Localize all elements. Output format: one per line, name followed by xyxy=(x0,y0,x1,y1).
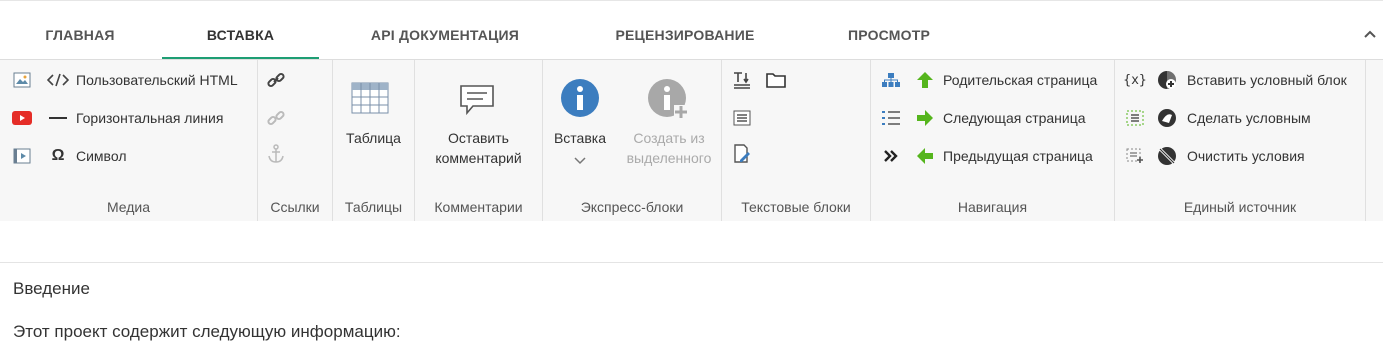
text-block-icon[interactable] xyxy=(732,108,752,128)
video-icon[interactable] xyxy=(12,108,32,128)
condition-add-icon[interactable] xyxy=(1157,70,1177,90)
nav-row-prev: Предыдущая страница xyxy=(881,146,1093,166)
ribbon-tabs: ГЛАВНАЯ ВСТАВКА API ДОКУМЕНТАЦИЯ РЕЦЕНЗИ… xyxy=(0,15,1383,60)
insert-conditional-block-button[interactable]: Вставить условный блок xyxy=(1187,72,1347,88)
group-tables: Таблица Таблицы xyxy=(333,60,415,221)
horizontal-line-button[interactable]: Горизонтальная линия xyxy=(76,110,223,126)
next-page-button[interactable]: Следующая страница xyxy=(943,110,1086,126)
group-navigation: Родительская страница Следующая страница… xyxy=(871,60,1115,221)
table-icon[interactable] xyxy=(351,82,389,119)
info-add-icon xyxy=(647,78,691,125)
group-label-links: Ссылки xyxy=(270,199,320,215)
document-toolbar-area xyxy=(0,221,1383,263)
media-row-hline: Горизонтальная линия xyxy=(12,108,223,128)
parent-page-button[interactable]: Родительская страница xyxy=(943,72,1097,88)
symbol-button[interactable]: Символ xyxy=(76,148,126,164)
table-button[interactable]: Таблица xyxy=(333,128,414,148)
folder-icon[interactable] xyxy=(766,70,786,90)
group-label-media: Медиа xyxy=(106,199,151,215)
single-row-clear: Очистить условия xyxy=(1123,146,1305,166)
document-heading[interactable]: Введение xyxy=(13,279,90,299)
group-text-blocks: Текстовые блоки xyxy=(722,60,871,221)
arrow-right-icon[interactable] xyxy=(915,108,935,128)
media-row-html: Пользовательский HTML xyxy=(12,70,238,90)
media-row-symbol: Ω Символ xyxy=(12,146,126,166)
code-icon[interactable] xyxy=(46,70,70,90)
tab-api-docs[interactable]: API ДОКУМЕНТАЦИЯ xyxy=(350,15,540,59)
single-row-make: Сделать условным xyxy=(1123,108,1311,128)
group-express-blocks: Вставка Создать из выделенного Экспресс-б… xyxy=(543,60,722,221)
horizontal-line-icon[interactable] xyxy=(46,108,70,128)
anchor-icon[interactable] xyxy=(266,144,286,164)
nav-row-parent: Родительская страница xyxy=(881,70,1097,90)
chevron-down-icon[interactable] xyxy=(574,152,586,170)
previous-page-button[interactable]: Предыдущая страница xyxy=(943,148,1093,164)
edit-snippet-icon[interactable] xyxy=(732,144,752,164)
clear-conditions-button[interactable]: Очистить условия xyxy=(1187,148,1305,164)
select-block-icon[interactable] xyxy=(1123,108,1147,128)
clear-conditions-icon[interactable] xyxy=(1157,146,1177,166)
tab-home[interactable]: ГЛАВНАЯ xyxy=(30,15,130,59)
tab-insert[interactable]: ВСТАВКА xyxy=(162,15,319,60)
double-chevron-icon[interactable] xyxy=(881,146,901,166)
info-icon[interactable] xyxy=(560,78,600,123)
unlink-icon[interactable] xyxy=(266,108,286,128)
arrow-up-icon[interactable] xyxy=(915,70,935,90)
comment-icon[interactable] xyxy=(459,84,495,121)
document-paragraph[interactable]: Этот проект содержит следующую информаци… xyxy=(13,322,401,342)
create-from-selection-button: Создать из выделенного xyxy=(626,130,712,166)
group-label-text-blocks: Текстовые блоки xyxy=(741,199,851,215)
link-icon[interactable] xyxy=(266,70,286,90)
leave-comment-button[interactable]: Оставить комментарий xyxy=(415,128,542,168)
group-label-tables: Таблицы xyxy=(344,199,403,215)
movie-icon[interactable] xyxy=(12,146,32,166)
nav-row-next: Следующая страница xyxy=(881,108,1086,128)
single-row-insert: {x} Вставить условный блок xyxy=(1123,70,1347,90)
list-icon[interactable] xyxy=(881,108,901,128)
insert-express-button[interactable]: Вставка xyxy=(543,128,617,148)
group-label-single-source: Единый источник xyxy=(1183,199,1297,215)
image-icon[interactable] xyxy=(12,70,32,90)
text-snippet-icon[interactable] xyxy=(732,70,752,90)
arrow-left-icon[interactable] xyxy=(915,146,935,166)
ribbon-panel: Пользовательский HTML Горизонтальная лин… xyxy=(0,59,1383,222)
tab-review[interactable]: РЕЦЕНЗИРОВАНИЕ xyxy=(600,15,770,59)
tab-view[interactable]: ПРОСМОТР xyxy=(830,15,948,59)
top-border xyxy=(0,0,1383,5)
group-comments: Оставить комментарий Комментарии xyxy=(415,60,543,221)
block-remove-icon[interactable] xyxy=(1123,146,1147,166)
group-label-comments: Комментарии xyxy=(434,199,523,215)
group-media: Пользовательский HTML Горизонтальная лин… xyxy=(0,60,258,221)
custom-html-button[interactable]: Пользовательский HTML xyxy=(76,72,238,88)
group-single-source: {x} Вставить условный блок Сделать услов… xyxy=(1115,60,1366,221)
group-label-navigation: Навигация xyxy=(957,199,1028,215)
variable-icon[interactable]: {x} xyxy=(1123,70,1147,90)
condition-icon[interactable] xyxy=(1157,108,1177,128)
group-label-express-blocks: Экспресс-блоки xyxy=(580,199,684,215)
collapse-ribbon-icon[interactable] xyxy=(1363,28,1377,42)
group-links: Ссылки xyxy=(258,60,333,221)
omega-icon[interactable]: Ω xyxy=(46,146,70,166)
sitemap-icon[interactable] xyxy=(881,70,901,90)
make-conditional-button[interactable]: Сделать условным xyxy=(1187,110,1311,126)
